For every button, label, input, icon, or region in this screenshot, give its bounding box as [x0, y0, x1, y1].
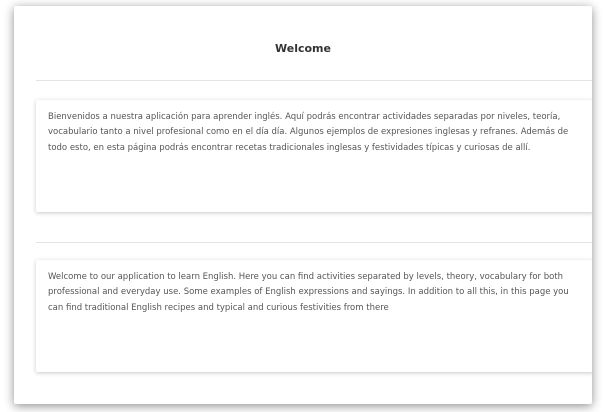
section-divider: [36, 242, 592, 243]
app-window: Welcome Bienvenidos a nuestra aplicación…: [14, 6, 592, 404]
page-title: Welcome: [275, 42, 331, 55]
english-welcome-card: Welcome to our application to learn Engl…: [36, 260, 592, 372]
spanish-welcome-text: Bienvenidos a nuestra aplicación para ap…: [48, 112, 569, 153]
english-welcome-text: Welcome to our application to learn Engl…: [48, 272, 569, 313]
title-divider: [36, 80, 592, 81]
spanish-welcome-card: Bienvenidos a nuestra aplicación para ap…: [36, 100, 592, 212]
